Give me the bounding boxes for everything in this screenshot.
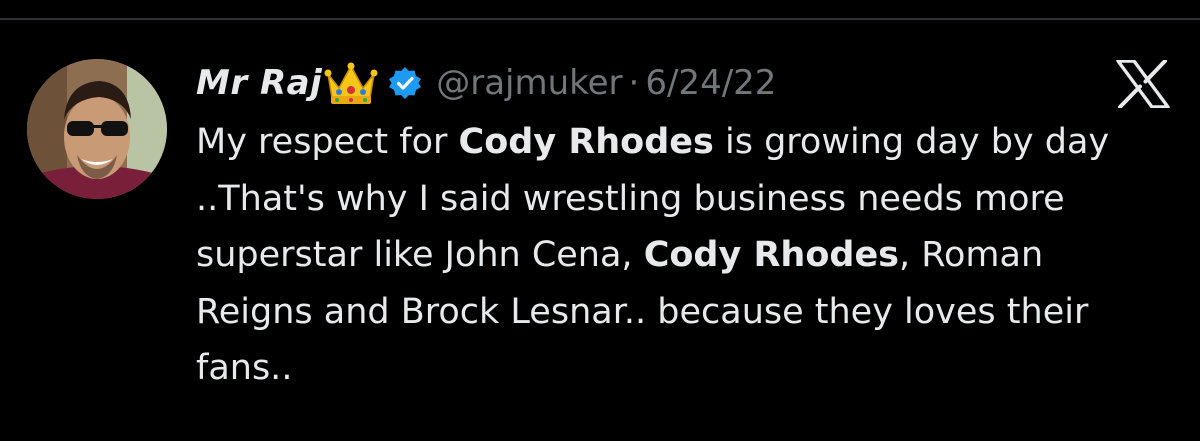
text-segment: My respect for — [196, 122, 459, 162]
avatar[interactable] — [27, 59, 167, 199]
top-divider — [0, 18, 1200, 20]
author-handle[interactable]: @rajmuker — [436, 63, 622, 103]
tweet-text: My respect for Cody Rhodes is growing da… — [196, 114, 1156, 397]
author-name[interactable]: Mr Raj — [196, 63, 322, 103]
verified-badge-icon[interactable] — [388, 66, 422, 100]
text-segment-bold: Cody Rhodes — [643, 235, 900, 275]
text-segment-bold: Cody Rhodes — [458, 122, 714, 162]
tweet-date[interactable]: 6/24/22 — [645, 63, 776, 103]
avatar-image — [27, 59, 167, 199]
x-logo-icon[interactable] — [1116, 59, 1170, 109]
crown-icon — [324, 60, 378, 106]
tweet[interactable]: Mr Raj @rajmuker · 6/24/22 My respect fo… — [196, 52, 1156, 397]
tweet-header: Mr Raj @rajmuker · 6/24/22 — [196, 52, 1156, 114]
meta-separator: · — [628, 63, 640, 103]
